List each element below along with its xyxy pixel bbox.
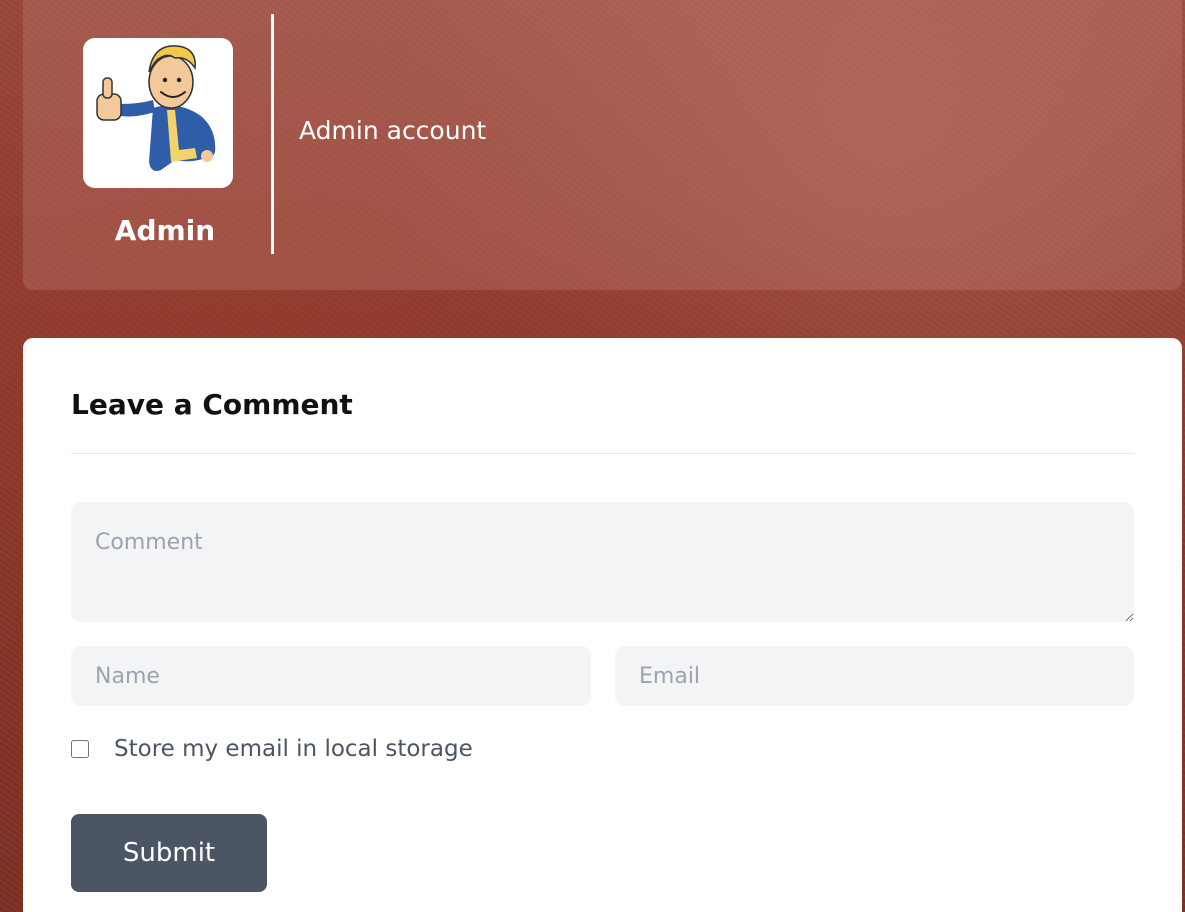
comment-form: Leave a Comment Store my email in local … — [23, 338, 1182, 912]
author-profile: Admin — [23, 0, 273, 290]
author-name: Admin — [114, 214, 216, 247]
submit-button[interactable]: Submit — [71, 814, 267, 892]
store-email-checkbox[interactable] — [71, 740, 89, 758]
name-field[interactable] — [71, 646, 591, 706]
author-avatar — [83, 38, 233, 188]
store-email-option[interactable]: Store my email in local storage — [71, 734, 473, 764]
author-card: Admin Admin account — [23, 0, 1182, 290]
author-divider — [271, 14, 274, 254]
comment-textarea[interactable] — [71, 502, 1134, 622]
divider — [71, 453, 1134, 454]
vault-boy-thumbs-up-icon — [96, 45, 216, 171]
email-field[interactable] — [615, 646, 1134, 706]
store-email-label: Store my email in local storage — [114, 736, 473, 762]
author-bio: Admin account — [299, 116, 487, 145]
comment-form-title: Leave a Comment — [71, 388, 353, 421]
